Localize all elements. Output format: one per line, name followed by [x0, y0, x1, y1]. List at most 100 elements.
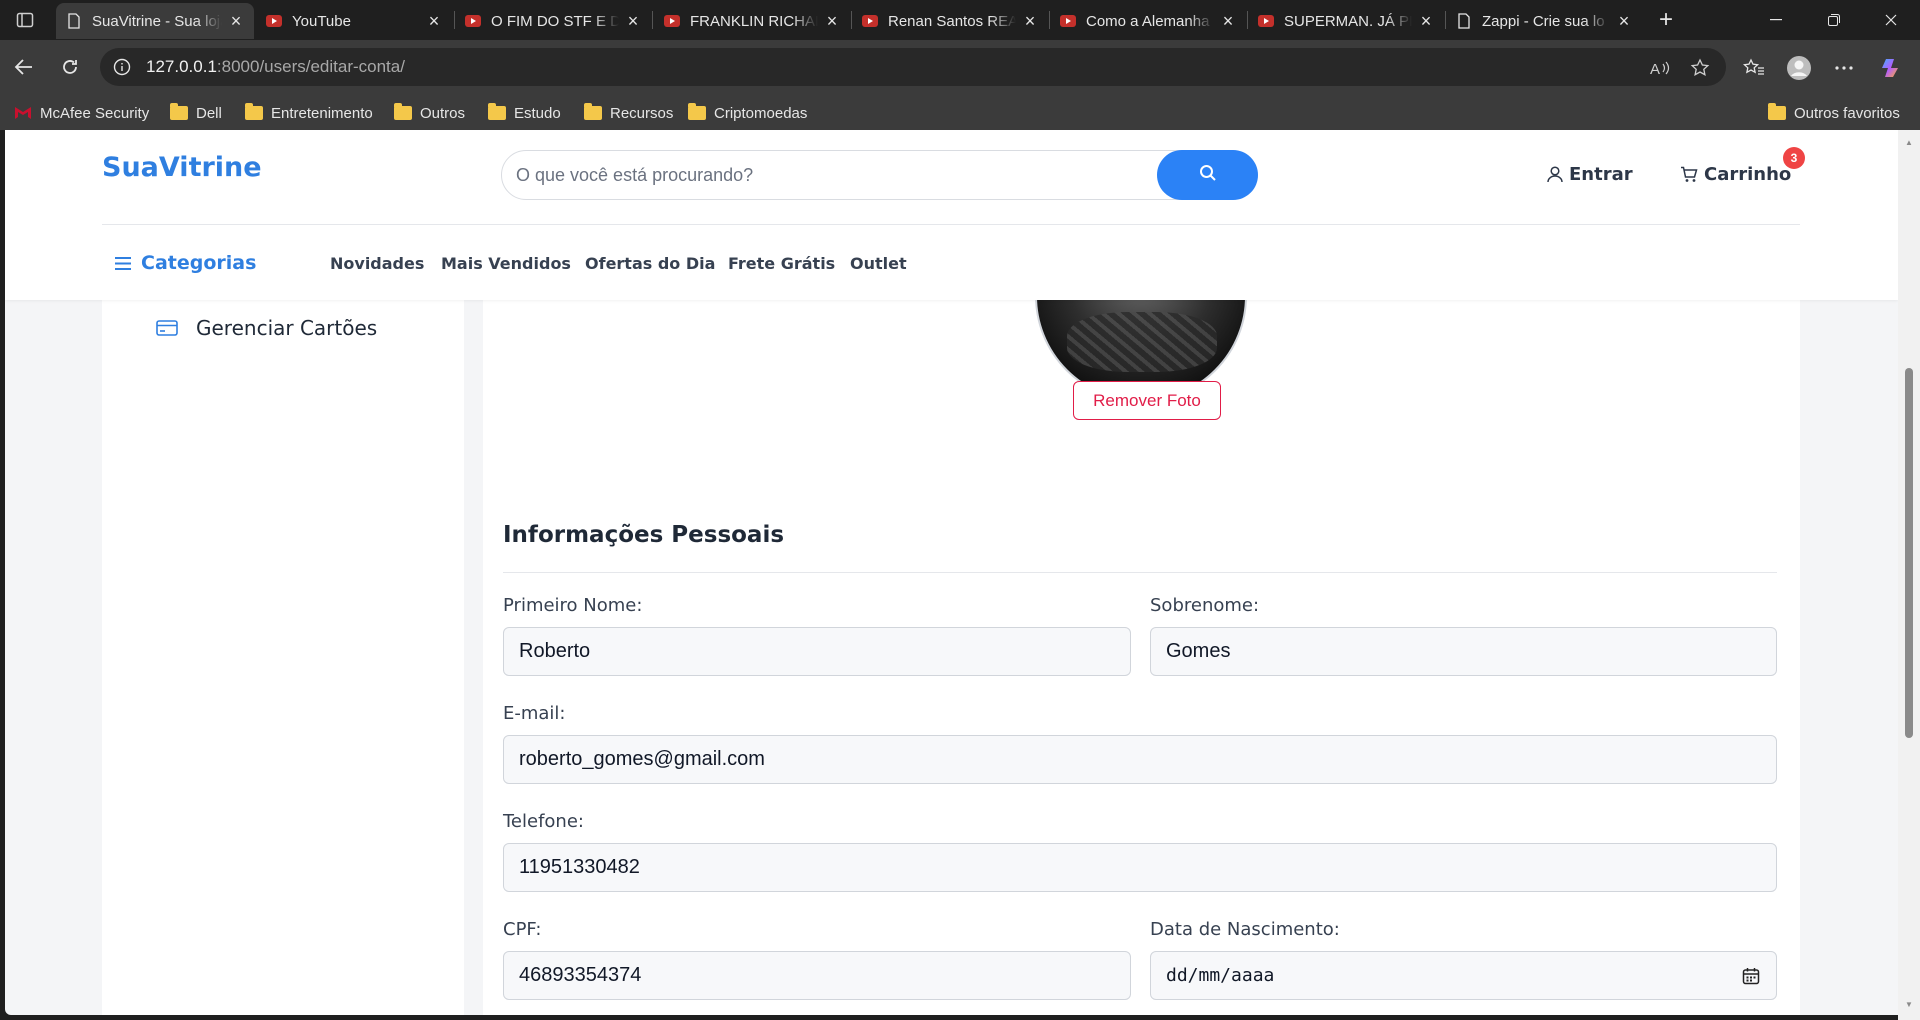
cart-icon	[1680, 166, 1698, 183]
tab-youtube-video[interactable]: Como a Alemanha ×	[1050, 3, 1246, 39]
site-header: SuaVitrine Entrar Carrinho 3 Categorias …	[5, 130, 1898, 300]
cpf-label: CPF:	[503, 919, 542, 940]
nav-item-novidades[interactable]: Novidades	[330, 254, 424, 273]
tab-title: SUPERMAN. JÁ PEN	[1284, 12, 1412, 30]
profile-avatar-icon[interactable]	[1785, 54, 1813, 82]
tab-youtube[interactable]: YouTube ×	[256, 3, 452, 39]
close-tab-icon[interactable]: ×	[824, 11, 840, 32]
bookmark-label: Criptomoedas	[714, 104, 808, 122]
copilot-icon[interactable]	[1878, 54, 1906, 82]
scroll-down-icon[interactable]: ▼	[1904, 1000, 1914, 1009]
back-icon[interactable]	[7, 50, 41, 84]
tab-youtube-video[interactable]: Renan Santos REA ×	[852, 3, 1048, 39]
bookmark-label: Entretenimento	[271, 104, 373, 122]
svg-text:A: A	[1650, 61, 1660, 77]
bookmark-label: Estudo	[514, 104, 561, 122]
credit-card-icon	[156, 320, 180, 336]
first-name-label: Primeiro Nome:	[503, 595, 643, 616]
bookmark-folder-entretenimento[interactable]: Entretenimento	[245, 101, 373, 125]
new-tab-icon[interactable]: +	[1652, 6, 1680, 34]
scroll-up-icon[interactable]: ▲	[1904, 138, 1914, 147]
calendar-icon[interactable]	[1741, 966, 1761, 986]
bookmark-label: Outros favoritos	[1794, 104, 1900, 122]
reload-icon[interactable]	[53, 50, 87, 84]
close-tab-icon[interactable]: ×	[1616, 11, 1632, 32]
youtube-icon	[664, 13, 680, 29]
tab-title: Renan Santos REA	[888, 12, 1016, 30]
page-viewport: Gerenciar Cartões Remover Foto Informaçõ…	[5, 130, 1898, 1015]
folder-icon	[170, 103, 188, 121]
tab-zappi[interactable]: Zappi - Crie sua lo ×	[1446, 3, 1642, 39]
search-icon	[1199, 164, 1217, 187]
tab-title: YouTube	[292, 12, 351, 30]
close-tab-icon[interactable]: ×	[625, 11, 641, 32]
login-link[interactable]: Entrar	[1547, 164, 1633, 185]
bookmark-folder-dell[interactable]: Dell	[170, 101, 222, 125]
nav-item-mais-vendidos[interactable]: Mais Vendidos	[441, 254, 571, 273]
bookmark-folder-estudo[interactable]: Estudo	[488, 101, 561, 125]
phone-label: Telefone:	[503, 811, 584, 832]
cpf-field[interactable]	[503, 951, 1131, 1000]
tab-actions-icon[interactable]	[12, 8, 38, 32]
close-tab-icon[interactable]: ×	[1418, 11, 1434, 32]
tab-youtube-video[interactable]: FRANKLIN RICHARD ×	[654, 3, 850, 39]
close-tab-icon[interactable]: ×	[1220, 11, 1236, 32]
youtube-icon	[862, 13, 878, 29]
tab-title: O FIM DO STF E DE	[491, 12, 619, 30]
url-text: 127.0.0.1:8000/users/editar-conta/	[146, 57, 405, 76]
more-options-icon[interactable]	[1830, 54, 1858, 82]
search-button[interactable]	[1157, 150, 1258, 200]
bookmark-folder-outros-favoritos[interactable]: Outros favoritos	[1768, 101, 1900, 125]
nav-item-outlet[interactable]: Outlet	[850, 254, 907, 273]
mcafee-icon	[14, 105, 32, 121]
close-tab-icon[interactable]: ×	[426, 11, 442, 32]
folder-icon	[394, 103, 412, 121]
nav-item-ofertas-do-dia[interactable]: Ofertas do Dia	[585, 254, 715, 273]
last-name-label: Sobrenome:	[1150, 595, 1260, 616]
youtube-icon	[1060, 13, 1076, 29]
last-name-field[interactable]	[1150, 627, 1777, 676]
site-logo[interactable]: SuaVitrine	[102, 152, 262, 183]
sidebar-item-manage-cards[interactable]: Gerenciar Cartões	[156, 316, 377, 340]
tab-youtube-video[interactable]: SUPERMAN. JÁ PEN ×	[1248, 3, 1444, 39]
search-input[interactable]	[516, 151, 1116, 199]
bookmark-folder-recursos[interactable]: Recursos	[584, 101, 673, 125]
bookmark-folder-criptomoedas[interactable]: Criptomoedas	[688, 101, 807, 125]
tab-title: FRANKLIN RICHARD	[690, 12, 818, 30]
cart-link[interactable]: Carrinho	[1680, 164, 1791, 185]
close-tab-icon[interactable]: ×	[228, 11, 244, 32]
site-info-icon[interactable]	[112, 57, 132, 77]
birth-date-field[interactable]: dd/mm/aaaa	[1150, 951, 1777, 1000]
email-label: E-mail:	[503, 703, 566, 724]
phone-field[interactable]	[503, 843, 1777, 892]
nav-item-frete-gratis[interactable]: Frete Grátis	[728, 254, 835, 273]
page-scrollbar[interactable]: ▲ ▼	[1898, 130, 1920, 1020]
tab-suavitrine[interactable]: SuaVitrine - Sua loja ×	[56, 3, 254, 39]
categories-label: Categorias	[141, 252, 257, 274]
page-icon	[1456, 13, 1472, 29]
email-field[interactable]	[503, 735, 1777, 784]
sidebar-item-label: Gerenciar Cartões	[196, 316, 378, 340]
favorite-star-icon[interactable]	[1688, 56, 1712, 80]
read-aloud-icon[interactable]: A	[1648, 56, 1672, 80]
search-bar	[501, 150, 1258, 200]
bookmark-folder-outros[interactable]: Outros	[394, 101, 465, 125]
header-divider	[102, 224, 1800, 225]
tab-youtube-video[interactable]: O FIM DO STF E DE ×	[455, 3, 651, 39]
page-icon	[66, 13, 82, 29]
categories-menu-button[interactable]: Categorias	[115, 252, 256, 274]
first-name-field[interactable]	[503, 627, 1131, 676]
tab-title: Como a Alemanha	[1086, 12, 1210, 30]
address-bar[interactable]: 127.0.0.1:8000/users/editar-conta/	[100, 48, 1726, 86]
youtube-icon	[266, 13, 282, 29]
scrollbar-thumb[interactable]	[1905, 368, 1913, 738]
close-window-icon[interactable]	[1862, 0, 1920, 40]
youtube-icon	[1258, 13, 1274, 29]
restore-icon[interactable]	[1805, 0, 1863, 40]
favorites-icon[interactable]	[1740, 54, 1768, 82]
minimize-icon[interactable]	[1747, 0, 1805, 40]
bookmark-mcafee[interactable]: McAfee Security	[14, 101, 149, 125]
remove-photo-button[interactable]: Remover Foto	[1073, 381, 1221, 420]
close-tab-icon[interactable]: ×	[1022, 11, 1038, 32]
bookmark-label: McAfee Security	[40, 104, 150, 122]
